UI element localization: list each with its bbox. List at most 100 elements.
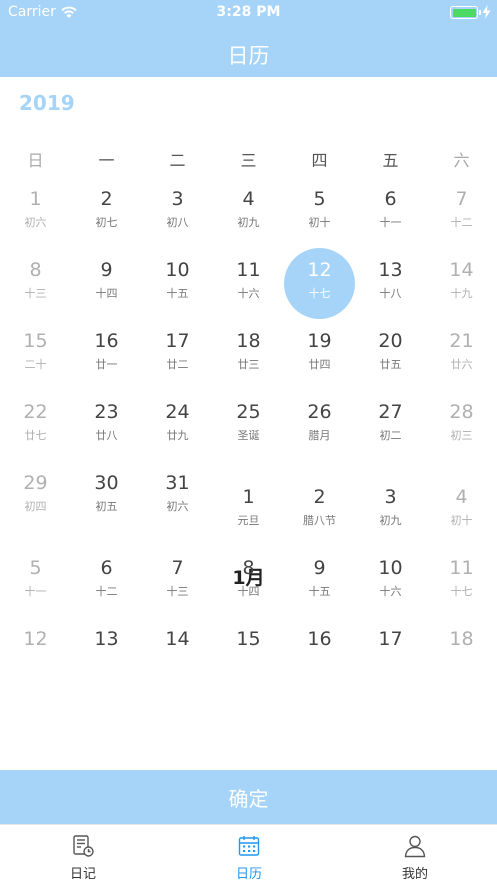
day-cell[interactable]: 3 初九 [355, 475, 426, 546]
day-cell[interactable]: 21 廿六 [426, 319, 497, 390]
lunar-date: 初七 [95, 216, 118, 229]
day-number: 5 [313, 188, 326, 210]
day-cell[interactable]: 11 十六 [213, 248, 284, 319]
lunar-date: 十五 [166, 287, 189, 300]
day-number: 12 [307, 259, 332, 281]
day-cell[interactable]: 4 初十 [426, 475, 497, 546]
day-cell[interactable]: 8 十三 [0, 248, 71, 319]
day-cell[interactable]: 5 初十 [284, 177, 355, 248]
day-cell[interactable]: 31 初六 [142, 461, 213, 532]
day-cell[interactable]: 20 廿五 [355, 319, 426, 390]
day-cell[interactable]: 4 初九 [213, 177, 284, 248]
lunar-date: 初二 [379, 429, 402, 442]
day-cell[interactable]: 7 十三 [142, 546, 213, 617]
day-number: 9 [100, 259, 113, 281]
day-number: 17 [378, 628, 403, 650]
day-cell[interactable]: 16 廿一 [71, 319, 142, 390]
day-cell[interactable]: 13 十八 [355, 248, 426, 319]
day-cell[interactable]: 2 初七 [71, 177, 142, 248]
day-number: 17 [165, 330, 190, 352]
confirm-button[interactable]: 确定 [0, 770, 497, 824]
day-cell[interactable]: 3 初八 [142, 177, 213, 248]
day-cell-selected[interactable]: 12 十七 [284, 248, 355, 319]
day-number: 29 [23, 472, 48, 494]
lunar-date: 十一 [379, 216, 402, 229]
lunar-date: 十五 [308, 585, 331, 598]
day-number: 10 [165, 259, 190, 281]
tab-diary[interactable]: 日记 [0, 825, 166, 883]
lunar-date: 十九 [450, 287, 473, 300]
charging-icon [482, 5, 491, 19]
weekday-label: 二 [169, 151, 186, 170]
day-cell[interactable]: 14 [142, 617, 213, 688]
day-number: 8 [242, 557, 255, 579]
day-cell[interactable]: 28 初三 [426, 390, 497, 461]
battery-icon [450, 6, 481, 19]
day-cell[interactable]: 2 腊八节 [284, 475, 355, 546]
day-number: 18 [236, 330, 261, 352]
lunar-date: 十六 [237, 287, 260, 300]
day-cell[interactable]: 11 十七 [426, 546, 497, 617]
lunar-date: 初九 [379, 514, 402, 527]
day-number: 22 [23, 401, 48, 423]
day-cell[interactable]: 19 廿四 [284, 319, 355, 390]
lunar-date: 初八 [166, 216, 189, 229]
lunar-date: 廿七 [24, 429, 47, 442]
day-cell[interactable]: 23 廿八 [71, 390, 142, 461]
day-cell[interactable]: 24 廿九 [142, 390, 213, 461]
day-number: 16 [307, 628, 332, 650]
day-cell[interactable]: 17 廿二 [142, 319, 213, 390]
day-cell[interactable]: 15 [213, 617, 284, 688]
day-cell[interactable]: 26 腊月 [284, 390, 355, 461]
day-number: 24 [165, 401, 190, 423]
day-cell[interactable]: 1 初六 [0, 177, 71, 248]
day-cell[interactable]: 18 廿三 [213, 319, 284, 390]
day-number: 20 [378, 330, 403, 352]
day-number: 18 [449, 628, 474, 650]
day-number: 30 [94, 472, 119, 494]
day-cell[interactable]: 7 十二 [426, 177, 497, 248]
day-cell[interactable]: 27 初二 [355, 390, 426, 461]
day-number: 28 [449, 401, 474, 423]
day-cell[interactable]: 17 [355, 617, 426, 688]
day-number: 11 [449, 557, 474, 579]
lunar-date: 廿八 [95, 429, 118, 442]
lunar-date: 腊八节 [303, 514, 336, 527]
tab-profile[interactable]: 我的 [332, 825, 497, 883]
lunar-date: 初四 [24, 500, 47, 513]
day-cell[interactable]: 13 [71, 617, 142, 688]
tab-calendar[interactable]: 日历 [166, 825, 332, 883]
day-cell[interactable]: 30 初五 [71, 461, 142, 532]
day-cell[interactable]: 15 二十 [0, 319, 71, 390]
lunar-date: 廿五 [379, 358, 402, 371]
year-label: 2019 [19, 91, 75, 115]
lunar-date: 初六 [24, 216, 47, 229]
day-number: 31 [165, 472, 190, 494]
day-cell[interactable]: 9 十四 [71, 248, 142, 319]
day-cell[interactable]: 18 [426, 617, 497, 688]
day-number: 6 [100, 557, 113, 579]
day-cell[interactable]: 14 十九 [426, 248, 497, 319]
day-cell[interactable]: 16 [284, 617, 355, 688]
day-cell[interactable]: 6 十一 [355, 177, 426, 248]
day-cell[interactable]: 1 元旦 [213, 475, 284, 546]
day-cell[interactable]: 5 十一 [0, 546, 71, 617]
day-cell[interactable]: 12 [0, 617, 71, 688]
day-cell[interactable]: 25 圣诞 [213, 390, 284, 461]
day-cell[interactable]: 10 十五 [142, 248, 213, 319]
tab-label: 日记 [69, 867, 96, 882]
lunar-date: 初三 [450, 429, 473, 442]
day-cell[interactable]: 29 初四 [0, 461, 71, 532]
day-number: 10 [378, 557, 403, 579]
day-cell[interactable]: 22 廿七 [0, 390, 71, 461]
day-cell[interactable]: 6 十二 [71, 546, 142, 617]
calendar-icon [237, 834, 261, 858]
weekday-label: 六 [453, 151, 470, 170]
day-cell[interactable]: 9 十五 [284, 546, 355, 617]
lunar-date: 十四 [95, 287, 118, 300]
calendar-scroll-view[interactable]: 2019 日一二三四五六 1 初六 2 初七 3 初八 4 初九 5 初十 6 十一 7 十二 8 十三 9 十四… [0, 77, 497, 770]
tab-label: 日历 [235, 867, 262, 882]
day-cell[interactable]: 8 十四 [213, 546, 284, 617]
lunar-date: 元旦 [237, 514, 260, 527]
day-cell[interactable]: 10 十六 [355, 546, 426, 617]
